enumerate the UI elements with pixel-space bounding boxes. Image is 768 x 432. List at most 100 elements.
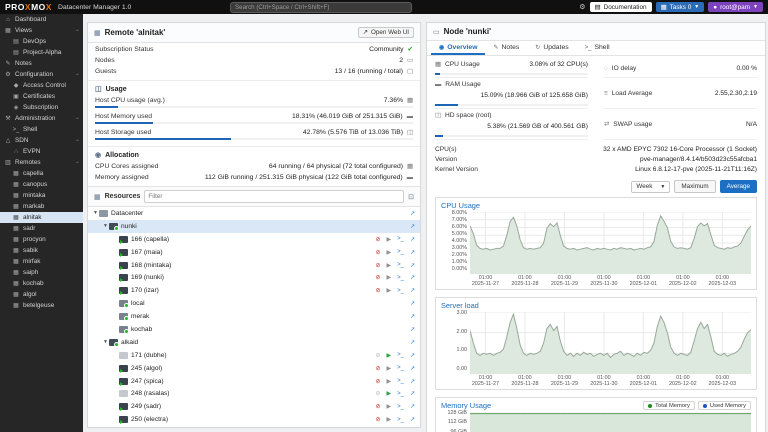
tree-row-merak[interactable]: merak↗ xyxy=(88,310,420,323)
play-icon[interactable]: ▶ xyxy=(387,249,392,256)
open-icon[interactable]: ↗ xyxy=(410,249,415,256)
sidebar-item-mirfak[interactable]: ▦mirfak xyxy=(0,256,83,267)
open-icon[interactable]: ↗ xyxy=(410,339,415,346)
sidebar-item-betelgeuse[interactable]: ▦betelgeuse xyxy=(0,300,83,311)
collapse-icon[interactable]: − xyxy=(75,116,79,122)
play-icon[interactable]: ▶ xyxy=(387,403,392,410)
console-icon[interactable]: >_ xyxy=(397,236,404,242)
play-icon[interactable]: ▶ xyxy=(387,236,392,243)
search-input[interactable] xyxy=(230,2,412,13)
console-icon[interactable]: >_ xyxy=(397,275,404,281)
sidebar-item-shell[interactable]: >_Shell xyxy=(0,124,83,135)
sidebar-item-dashboard[interactable]: ⌂Dashboard xyxy=(0,14,83,25)
play-icon[interactable]: ▶ xyxy=(387,262,392,269)
collapse-arrow-icon[interactable]: ▼ xyxy=(92,210,99,216)
maximum-button[interactable]: Maximum xyxy=(674,180,715,193)
sidebar-item-certificates[interactable]: ▣Certificates xyxy=(0,91,83,102)
open-icon[interactable]: ↗ xyxy=(410,365,415,372)
open-icon[interactable]: ↗ xyxy=(410,313,415,320)
console-icon[interactable]: >_ xyxy=(397,365,404,371)
console-icon[interactable]: >_ xyxy=(397,249,404,255)
sidebar-item-sabik[interactable]: ▦sabik xyxy=(0,245,83,256)
stop-icon[interactable]: ⊘ xyxy=(375,416,380,423)
sidebar-item-markab[interactable]: ▦markab xyxy=(0,201,83,212)
tree-row-datacenter[interactable]: ▼Datacenter↗ xyxy=(88,207,420,220)
sidebar-item-administration[interactable]: ⚒Administration− xyxy=(0,113,83,124)
sidebar-item-devops[interactable]: ▤DevOps xyxy=(0,36,83,47)
collapse-icon[interactable]: − xyxy=(75,160,79,166)
tree-row-169-nunki[interactable]: 169 (nunki)⊘▶>_↗ xyxy=(88,271,420,284)
open-icon[interactable]: ↗ xyxy=(410,210,415,217)
tree-row-247-spica[interactable]: 247 (spica)⊘▶>_↗ xyxy=(88,375,420,388)
range-select[interactable]: Week ▼ xyxy=(631,181,670,193)
stop-icon[interactable]: ⊘ xyxy=(375,352,380,359)
tasks-button[interactable]: ▦Tasks 0▼ xyxy=(656,2,705,12)
tree-row-249-sadr[interactable]: 249 (sadr)⊘▶>_↗ xyxy=(88,400,420,413)
tree-row-171-dubhe[interactable]: 171 (dubhe)⊘▶>_↗ xyxy=(88,349,420,362)
stop-icon[interactable]: ⊘ xyxy=(375,403,380,410)
bell-icon[interactable]: ⚙ xyxy=(579,3,585,11)
tree-row-166-capella[interactable]: 166 (capella)⊘▶>_↗ xyxy=(88,233,420,246)
play-icon[interactable]: ▶ xyxy=(387,274,392,281)
tree-row-250-electra[interactable]: 250 (electra)⊘▶>_↗ xyxy=(88,413,420,426)
open-icon[interactable]: ↗ xyxy=(410,262,415,269)
tree-row-168-mintaka[interactable]: 168 (mintaka)⊘▶>_↗ xyxy=(88,259,420,272)
collapse-icon[interactable]: − xyxy=(75,72,79,78)
tab-shell[interactable]: >_Shell xyxy=(577,41,618,55)
tree-row-245-algol[interactable]: 245 (algol)⊘▶>_↗ xyxy=(88,362,420,375)
stop-icon[interactable]: ⊘ xyxy=(375,249,380,256)
play-icon[interactable]: ▶ xyxy=(387,352,392,359)
collapse-arrow-icon[interactable]: ▼ xyxy=(102,223,109,229)
open-icon[interactable]: ↗ xyxy=(410,287,415,294)
sidebar-item-notes[interactable]: ✎Notes xyxy=(0,58,83,69)
sidebar-item-mintaka[interactable]: ▦mintaka xyxy=(0,190,83,201)
sidebar-item-access-control[interactable]: ◆Access Control xyxy=(0,80,83,91)
open-icon[interactable]: ↗ xyxy=(410,403,415,410)
tab-notes[interactable]: ✎Notes xyxy=(485,41,527,55)
open-icon[interactable]: ↗ xyxy=(410,326,415,333)
stop-icon[interactable]: ⊘ xyxy=(375,390,380,397)
legend-used-memory[interactable]: Used Memory xyxy=(698,401,751,410)
sidebar-item-configuration[interactable]: ⚙Configuration− xyxy=(0,69,83,80)
tree-row-167-maia[interactable]: 167 (maia)⊘▶>_↗ xyxy=(88,246,420,259)
stop-icon[interactable]: ⊘ xyxy=(375,262,380,269)
user-menu-button[interactable]: ●root@pam▼ xyxy=(708,2,763,12)
play-icon[interactable]: ▶ xyxy=(387,287,392,294)
sidebar-item-algol[interactable]: ▦algol xyxy=(0,289,83,300)
tree-row-local[interactable]: local↗ xyxy=(88,297,420,310)
tree-row-170-izar[interactable]: 170 (izar)⊘▶>_↗ xyxy=(88,284,420,297)
console-icon[interactable]: >_ xyxy=(397,417,404,423)
open-icon[interactable]: ↗ xyxy=(410,378,415,385)
sidebar-item-procyon[interactable]: ▦procyon xyxy=(0,234,83,245)
open-icon[interactable]: ↗ xyxy=(410,236,415,243)
tree-row-alkaid[interactable]: ▼alkaid↗ xyxy=(88,336,420,349)
console-icon[interactable]: >_ xyxy=(397,262,404,268)
sidebar-item-evpn[interactable]: ∴EVPN xyxy=(0,146,83,157)
sidebar-item-subscription[interactable]: ◈Subscription xyxy=(0,102,83,113)
sidebar-item-kochab[interactable]: ▦kochab xyxy=(0,278,83,289)
collapse-icon[interactable]: − xyxy=(75,28,79,34)
sidebar-item-project-alpha[interactable]: ▤Project-Alpha xyxy=(0,47,83,58)
console-icon[interactable]: >_ xyxy=(397,288,404,294)
collapse-arrow-icon[interactable]: ▼ xyxy=(102,339,109,345)
stop-icon[interactable]: ⊘ xyxy=(375,287,380,294)
open-icon[interactable]: ↗ xyxy=(410,416,415,423)
play-icon[interactable]: ▶ xyxy=(387,390,392,397)
sidebar-item-views[interactable]: ▦Views− xyxy=(0,25,83,36)
open-web-ui-button[interactable]: ↗ Open Web UI xyxy=(358,27,414,38)
legend-total-memory[interactable]: Total Memory xyxy=(643,401,695,410)
collapse-icon[interactable]: − xyxy=(75,138,79,144)
open-icon[interactable]: ↗ xyxy=(410,352,415,359)
tab-updates[interactable]: ↻Updates xyxy=(527,41,576,55)
sidebar-item-capella[interactable]: ▦capella xyxy=(0,168,83,179)
tree-row-252-aldebaran[interactable]: 252 (aldebaran)⊘▶>_↗ xyxy=(88,426,420,427)
play-icon[interactable]: ▶ xyxy=(387,365,392,372)
console-icon[interactable]: >_ xyxy=(397,391,404,397)
stop-icon[interactable]: ⊘ xyxy=(375,274,380,281)
console-icon[interactable]: >_ xyxy=(397,378,404,384)
average-button[interactable]: Average xyxy=(720,180,757,193)
open-icon[interactable]: ↗ xyxy=(410,300,415,307)
tree-row-nunki[interactable]: ▼nunki↗ xyxy=(88,220,420,233)
tab-overview[interactable]: ◉Overview xyxy=(431,41,485,55)
tree-row-248-rasalas[interactable]: 248 (rasalas)⊘▶>_↗ xyxy=(88,387,420,400)
